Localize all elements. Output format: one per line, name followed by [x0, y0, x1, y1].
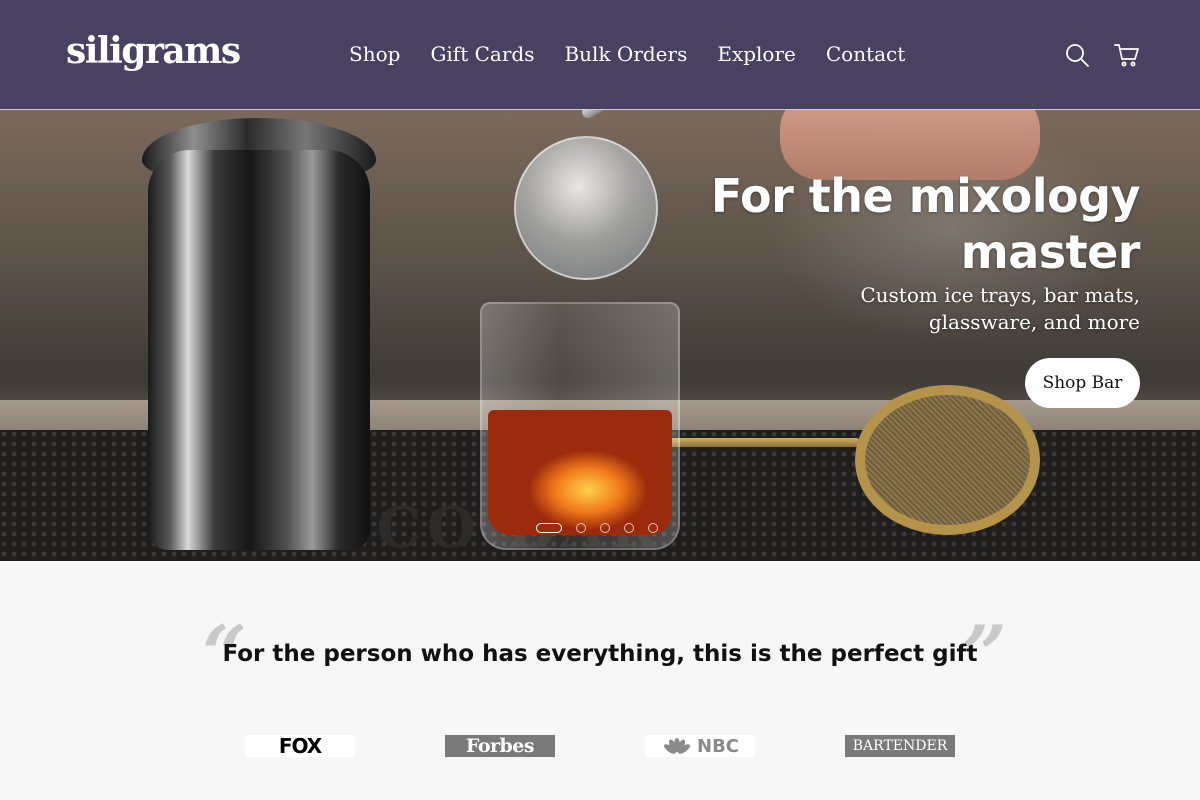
fox-logo-text: FOX: [278, 735, 322, 757]
nbc-logo: NBC: [645, 735, 755, 757]
nav-gift-cards[interactable]: Gift Cards: [430, 42, 534, 66]
nav-contact[interactable]: Contact: [826, 42, 905, 66]
site-logo[interactable]: siligrams: [66, 30, 241, 72]
nav-bulk-orders[interactable]: Bulk Orders: [564, 42, 687, 66]
shop-bar-button[interactable]: Shop Bar: [1025, 358, 1140, 408]
forbes-logo: Forbes: [445, 735, 555, 757]
bartender-logo-text: BARTENDER: [852, 738, 948, 754]
press-section: “ For the person who has everything, thi…: [0, 561, 1200, 800]
main-nav: Shop Gift Cards Bulk Orders Explore Cont…: [349, 42, 905, 66]
hero-banner: SCO BAR For the mixology master Custom i…: [0, 110, 1200, 561]
fox-logo: FOX: [245, 735, 355, 757]
nav-explore[interactable]: Explore: [717, 42, 796, 66]
nav-shop[interactable]: Shop: [349, 42, 400, 66]
hero-title: For the mixology master: [710, 169, 1141, 279]
cart-icon[interactable]: [1114, 42, 1140, 68]
press-quote: For the person who has everything, this …: [222, 641, 978, 667]
slide-dot-4[interactable]: [624, 523, 634, 533]
hero-subtitle: Custom ice trays, bar mats, glassware, a…: [860, 283, 1140, 334]
slide-dot-1[interactable]: [536, 523, 562, 533]
site-header: siligrams Shop Gift Cards Bulk Orders Ex…: [0, 0, 1200, 110]
forbes-logo-text: Forbes: [465, 735, 535, 757]
bartender-logo: BARTENDER: [845, 735, 955, 757]
close-quote-mark: ”: [962, 609, 1007, 700]
strainer-image: [855, 385, 1040, 535]
slide-dot-2[interactable]: [576, 523, 586, 533]
slide-dot-3[interactable]: [600, 523, 610, 533]
hero-copy: For the mixology master Custom ice trays…: [580, 168, 1141, 336]
search-icon[interactable]: [1064, 42, 1090, 68]
cocktail-liquid-image: [488, 410, 672, 535]
slide-indicators: [536, 523, 658, 533]
ice-tongs-image: [580, 110, 812, 121]
slide-dot-5[interactable]: [648, 523, 658, 533]
peacock-icon: [664, 738, 690, 754]
nbc-logo-text: NBC: [697, 735, 739, 757]
cocktail-shaker-image: [148, 150, 370, 550]
press-logos: FOX Forbes NBC BARTENDER: [245, 735, 955, 757]
